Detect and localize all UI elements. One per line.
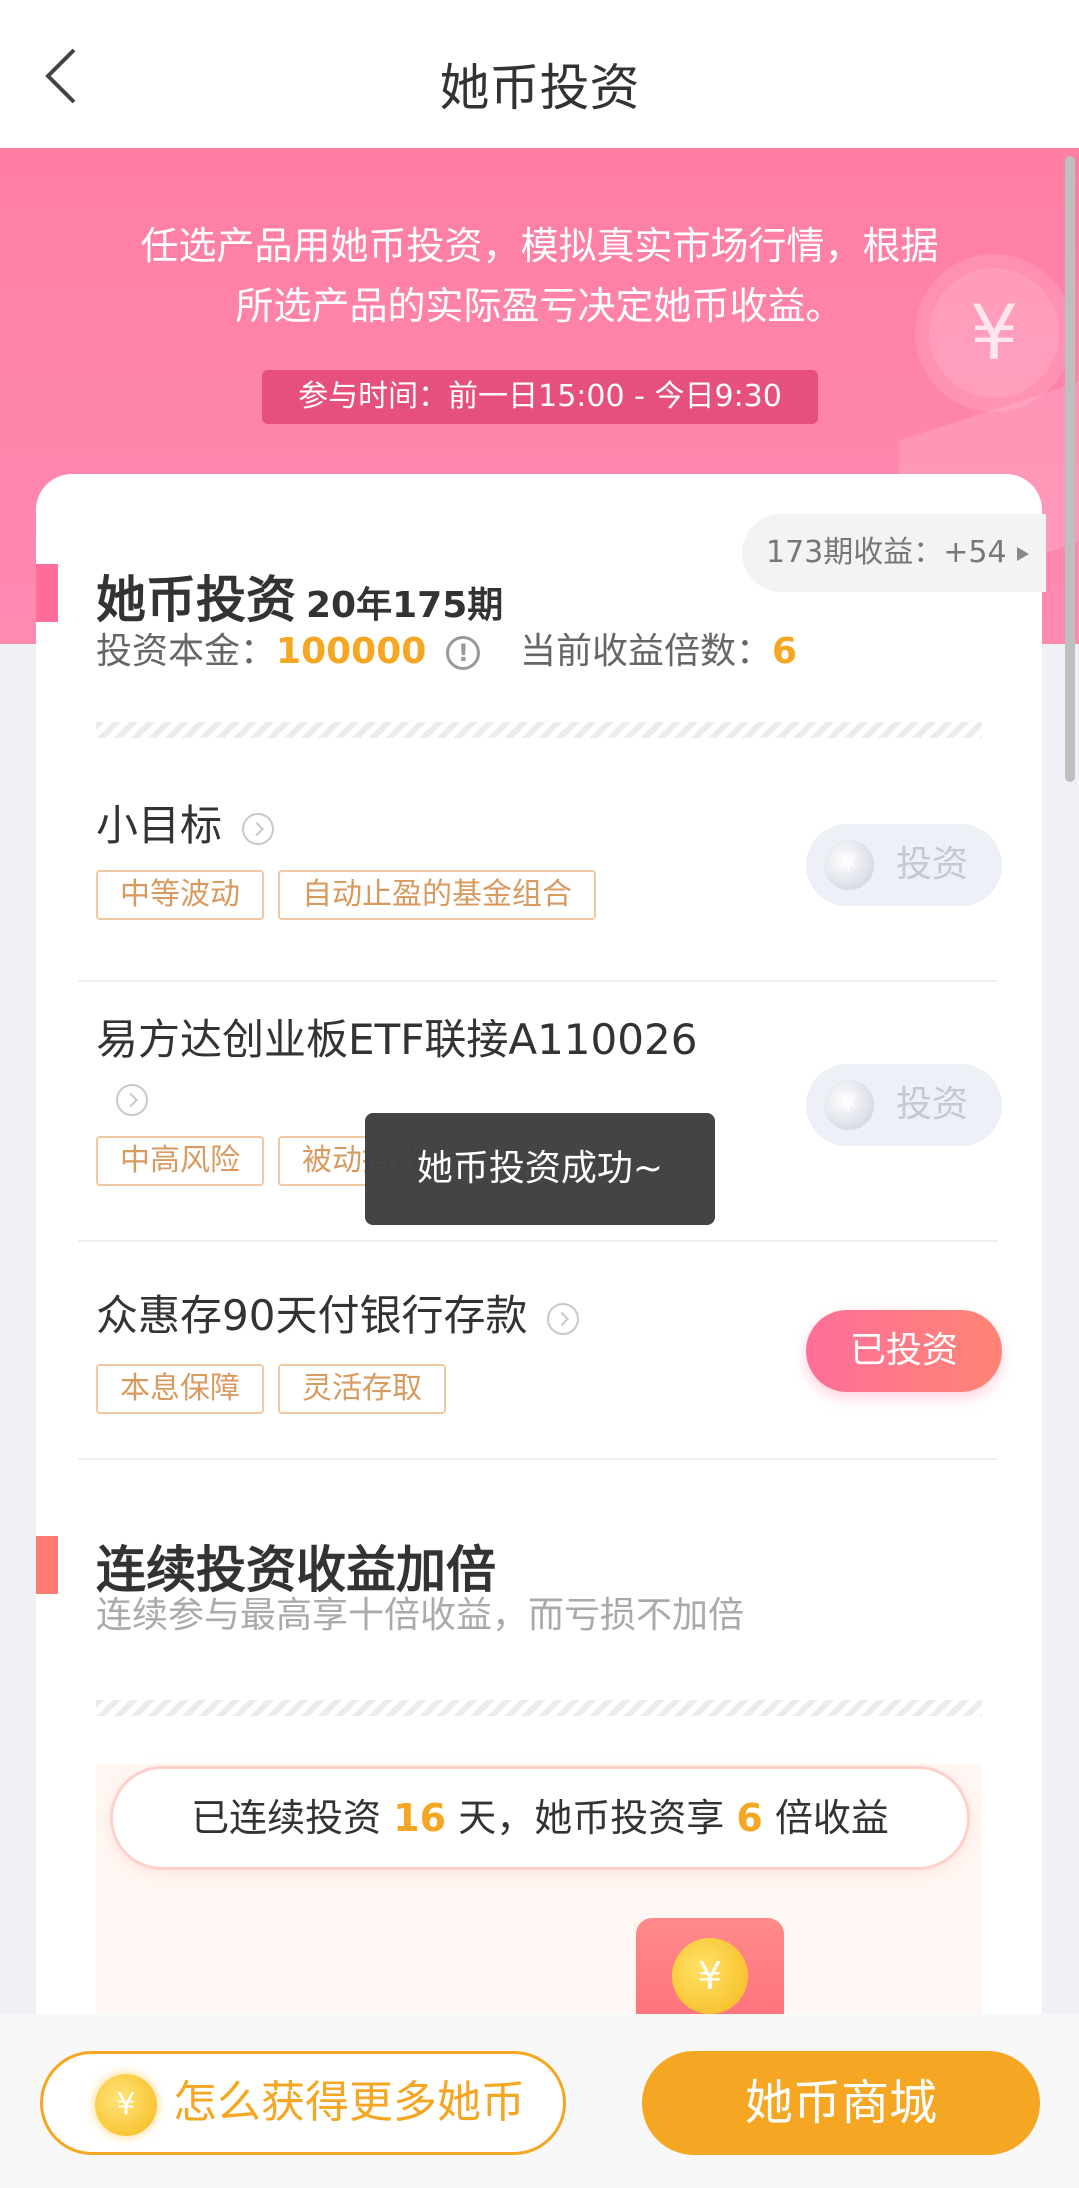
principal-value: 100000 [276,631,427,672]
product-item[interactable]: 小目标 中等波动 自动止盈的基金组合 ¥ 投资 [78,764,1002,982]
success-toast: 她币投资成功~ [365,1113,715,1225]
invested-button[interactable]: 已投资 [806,1310,1002,1392]
divider [96,722,982,738]
coin-shop-button[interactable]: 她币商城 [642,2051,1040,2155]
earn-more-coins-button[interactable]: ¥ 怎么获得更多她币 [40,2051,566,2155]
streak-days: 16 [393,1796,447,1840]
invest-button[interactable]: ¥ 投资 [806,1064,1002,1146]
banner-description: 任选产品用她币投资，模拟真实市场行情，根据 所选产品的实际盈亏决定她币收益。 [140,224,939,328]
yen-coin-icon: ¥ [824,1080,874,1130]
app-header: 她币投资 [0,0,1079,148]
tag: 中高风险 [96,1136,264,1186]
product-tags: 本息保障 灵活存取 [96,1364,460,1414]
divider [96,1700,982,1716]
period-label: 20年175期 [306,585,504,626]
triangle-right-icon [1016,546,1029,561]
bottom-bar: ¥ 怎么获得更多她币 她币商城 [0,2014,1079,2188]
product-item[interactable]: 众惠存90天付银行存款 本息保障 灵活存取 已投资 [78,1242,1002,1460]
yen-coin-icon: ¥ [672,1938,748,2014]
tag: 灵活存取 [278,1364,446,1414]
section-accent [36,1536,58,1594]
product-name: 小目标 [96,792,275,853]
previous-earnings-link[interactable]: 173期收益：+54 [742,514,1046,592]
investment-card: 她币投资 20年175期 173期收益：+54 投资本金：100000! 当前收益… [36,474,1046,2038]
multiplier-row: 当前收益倍数：6 [520,631,798,672]
tag: 自动止盈的基金组合 [278,870,596,920]
tag: 本息保障 [96,1364,264,1414]
multiplier-value: 6 [772,631,798,672]
product-name: 易方达创业板ETF联接A110026 [96,1006,716,1116]
yen-coin-icon: ¥ [95,2074,157,2136]
participation-time: 参与时间：前一日15:00 - 今日9:30 [262,370,818,424]
invest-button[interactable]: ¥ 投资 [806,824,1002,906]
section-accent [36,564,58,622]
scrollbar[interactable] [1065,156,1075,782]
product-tags: 中等波动 自动止盈的基金组合 [96,870,610,920]
product-name: 众惠存90天付银行存款 [96,1282,580,1343]
chevron-right-icon[interactable] [547,1302,580,1335]
info-icon[interactable]: ! [446,636,481,670]
page-title: 她币投资 [439,59,640,117]
principal-row: 投资本金：100000! 当前收益倍数：6 [96,622,797,674]
section-subtitle: 连续参与最高享十倍收益，而亏损不加倍 [96,1595,745,1636]
streak-summary: 已连续投资 16 天，她币投资享 6 倍收益 [110,1766,970,1870]
streak-multiplier: 6 [736,1796,763,1840]
yen-coin-icon: ¥ [824,840,874,890]
chevron-right-icon[interactable] [242,812,275,845]
chevron-right-icon[interactable] [116,1083,148,1116]
tag: 中等波动 [96,870,264,920]
